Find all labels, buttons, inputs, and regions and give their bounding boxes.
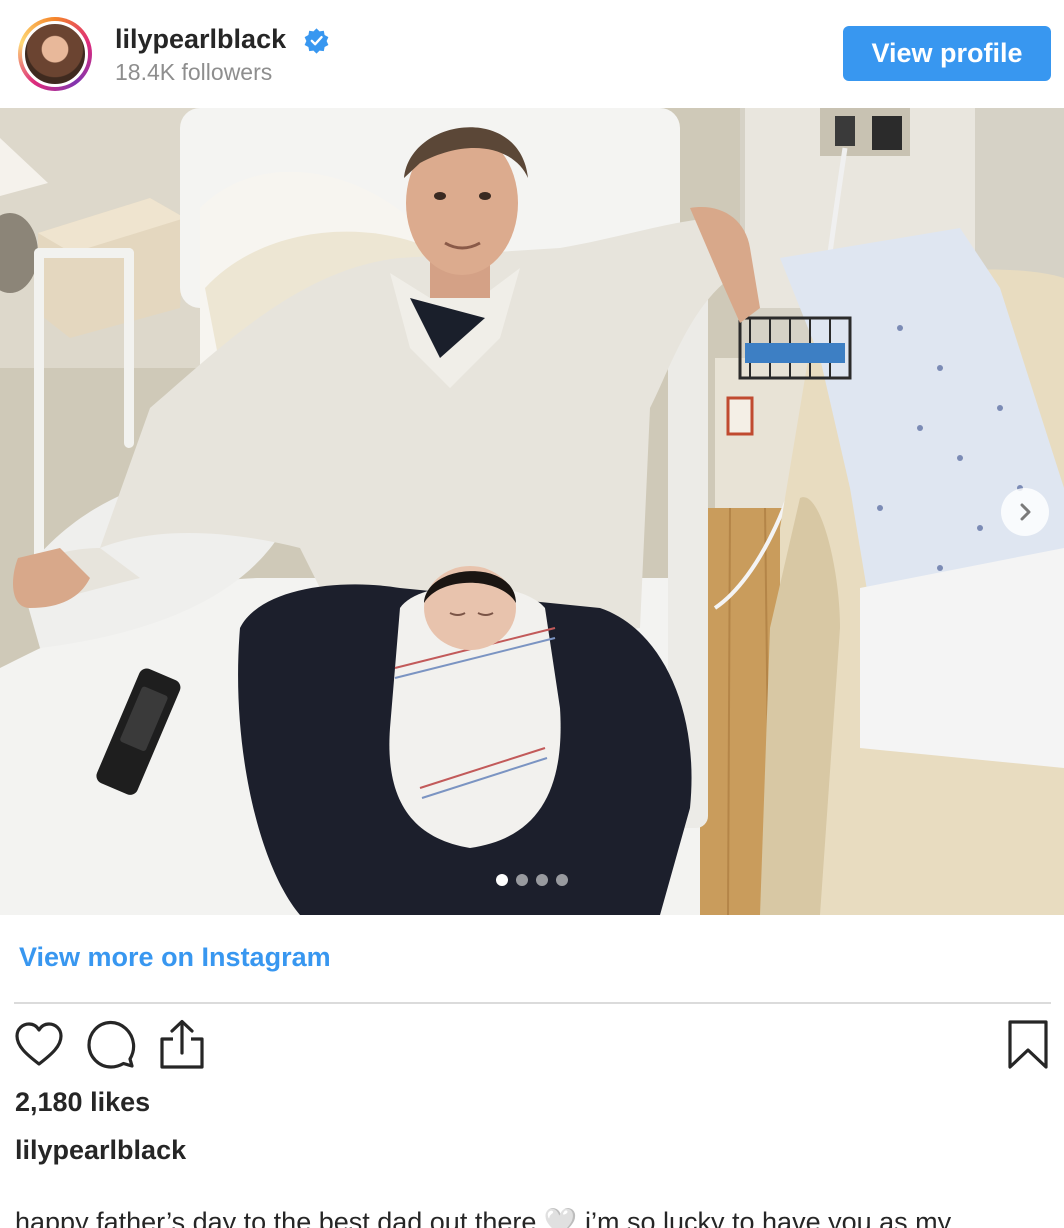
follower-count: 18.4K followers	[115, 59, 273, 85]
caption-text: happy father’s day to the best dad out t…	[15, 1207, 952, 1228]
comment-icon[interactable]	[86, 1019, 136, 1071]
avatar-story-ring[interactable]	[18, 17, 92, 91]
carousel-dot	[556, 874, 568, 886]
like-count[interactable]: 2,180 likes	[15, 1087, 150, 1118]
carousel-dot	[496, 874, 508, 886]
divider	[14, 1002, 1051, 1004]
caption-username[interactable]: lilypearlblack	[15, 1135, 186, 1166]
view-more-link[interactable]: View more on Instagram	[19, 942, 331, 973]
share-icon[interactable]	[158, 1019, 206, 1071]
avatar[interactable]	[22, 21, 88, 87]
bookmark-icon[interactable]	[1006, 1019, 1050, 1071]
carousel-indicator	[496, 874, 568, 886]
carousel-dot	[536, 874, 548, 886]
chevron-right-icon	[1020, 503, 1031, 521]
view-profile-button[interactable]: View profile	[843, 26, 1051, 81]
header-username[interactable]: lilypearlblack	[115, 24, 286, 55]
post-photo[interactable]	[0, 108, 1064, 915]
carousel-dot	[516, 874, 528, 886]
heart-icon[interactable]	[14, 1021, 64, 1069]
carousel-next-button[interactable]	[1001, 488, 1049, 536]
post-image	[0, 108, 1064, 915]
verified-badge-icon	[304, 28, 329, 54]
post-header: lilypearlblack 18.4K followers View prof…	[0, 0, 1064, 108]
